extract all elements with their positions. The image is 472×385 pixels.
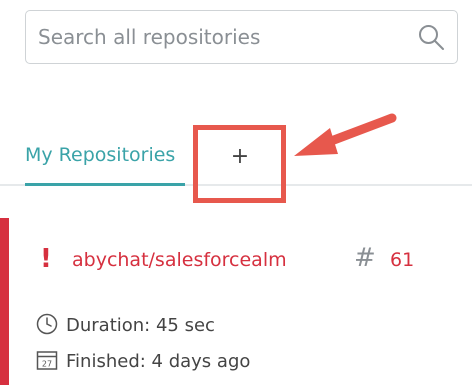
repository-card[interactable]: ! abychat/salesforcealm # 61 Duration: 4… bbox=[0, 218, 472, 385]
calendar-day: 27 bbox=[42, 360, 52, 369]
exclamation-icon: ! bbox=[40, 244, 52, 274]
search-box[interactable] bbox=[25, 10, 458, 64]
tab-my-repositories[interactable]: My Repositories bbox=[25, 140, 185, 186]
status-stripe bbox=[0, 218, 9, 385]
clock-icon bbox=[36, 313, 58, 335]
annotation-arrow bbox=[294, 113, 397, 156]
hash-icon: # bbox=[354, 243, 376, 273]
repository-name[interactable]: abychat/salesforcealm bbox=[72, 246, 287, 274]
finished-text: Finished: 4 days ago bbox=[66, 351, 251, 372]
finished-row: 27 Finished: 4 days ago bbox=[36, 348, 250, 376]
add-repository-tab[interactable]: + bbox=[200, 136, 280, 178]
build-number[interactable]: 61 bbox=[390, 246, 414, 274]
search-input[interactable] bbox=[38, 11, 398, 63]
duration-text: Duration: 45 sec bbox=[66, 315, 215, 336]
duration-row: Duration: 45 sec bbox=[36, 312, 215, 340]
search-icon[interactable] bbox=[417, 23, 445, 51]
calendar-icon: 27 bbox=[36, 351, 58, 370]
